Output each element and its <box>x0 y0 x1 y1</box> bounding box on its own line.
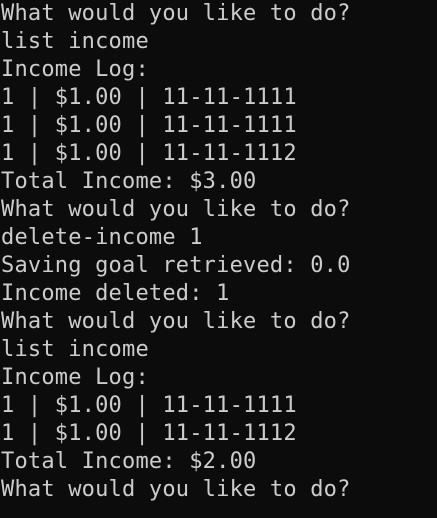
terminal-window[interactable]: What would you like to do? list income I… <box>0 0 437 518</box>
income-entry: 1 | $1.00 | 11-11-1111 <box>1 393 297 418</box>
prompt-line: What would you like to do? <box>1 477 351 502</box>
command-line: list income <box>1 337 149 362</box>
command-line: delete-income 1 <box>1 225 203 250</box>
prompt-line: What would you like to do? <box>1 1 351 26</box>
income-entry: 1 | $1.00 | 11-11-1112 <box>1 421 297 446</box>
total-income-line: Total Income: $2.00 <box>1 449 257 474</box>
output-line: Saving goal retrieved: 0.0 <box>1 253 351 278</box>
prompt-line: What would you like to do? <box>1 197 351 222</box>
output-line: Income deleted: 1 <box>1 281 230 306</box>
income-entry: 1 | $1.00 | 11-11-1111 <box>1 85 297 110</box>
command-line: list income <box>1 29 149 54</box>
income-entry: 1 | $1.00 | 11-11-1111 <box>1 113 297 138</box>
output-line: Income Log: <box>1 365 149 390</box>
prompt-line: What would you like to do? <box>1 309 351 334</box>
income-entry: 1 | $1.00 | 11-11-1112 <box>1 141 297 166</box>
terminal-output: What would you like to do? list income I… <box>1 0 351 504</box>
output-line: Income Log: <box>1 57 149 82</box>
total-income-line: Total Income: $3.00 <box>1 169 257 194</box>
